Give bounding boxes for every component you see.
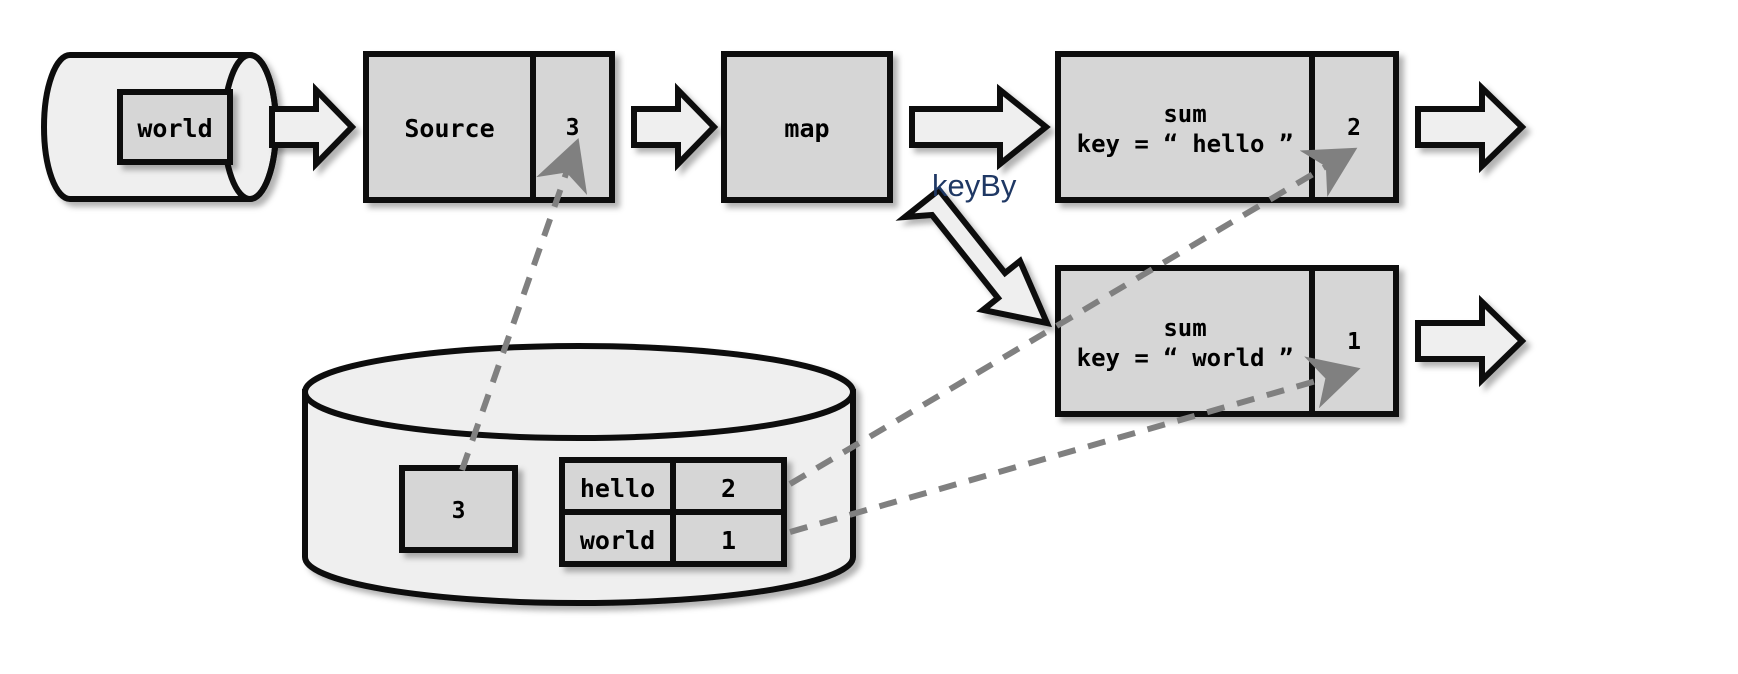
arrow-map-to-keyby <box>909 83 1051 171</box>
arrow-sum-world-out <box>1415 294 1527 388</box>
keyed-state-table <box>559 457 787 567</box>
sum-world-operator-box[interactable] <box>1055 265 1399 417</box>
arrow-source-in <box>269 82 357 172</box>
sum-hello-operator-box[interactable] <box>1055 51 1399 203</box>
diagram-vector-layer <box>41 51 1527 606</box>
arrow-sum-hello-out <box>1415 80 1527 174</box>
arrow-source-to-map <box>631 82 719 172</box>
source-operator-box[interactable] <box>363 51 615 203</box>
operator-state-box <box>399 465 518 553</box>
map-operator-box[interactable] <box>721 51 893 203</box>
diagram-canvas: world Source 3 map keyBy sum key = “ hel… <box>0 0 1738 674</box>
arrow-keyby-diagonal <box>895 185 1053 328</box>
input-record-box <box>117 89 233 165</box>
